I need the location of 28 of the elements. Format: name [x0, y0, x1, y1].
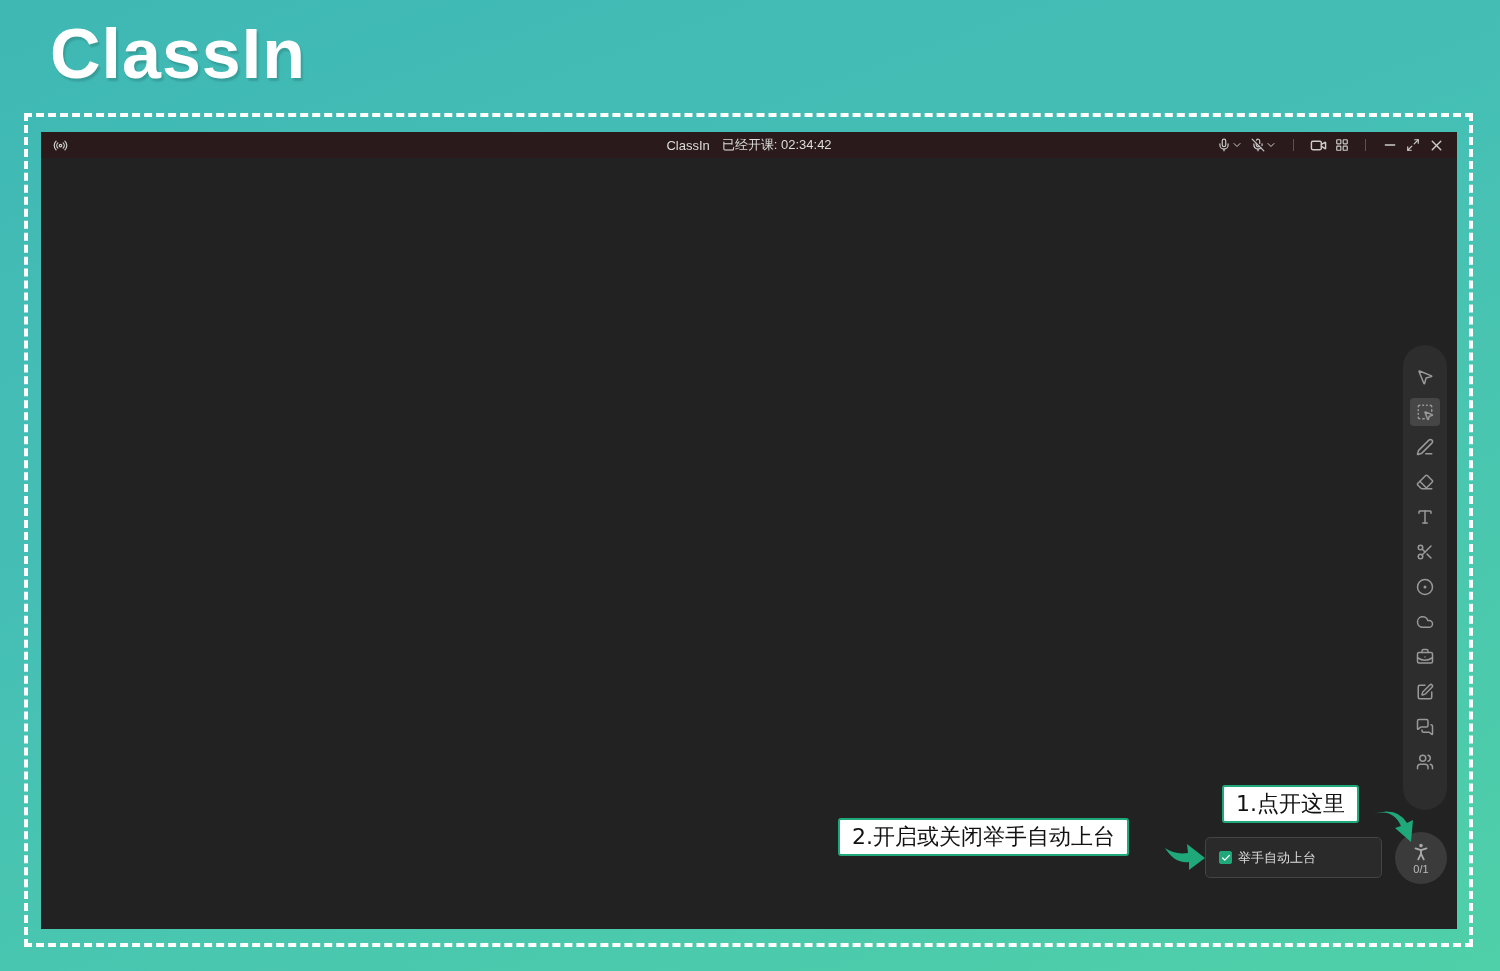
text-icon: [1416, 508, 1434, 526]
briefcase-icon: [1416, 648, 1434, 666]
cloud-icon: [1416, 613, 1434, 631]
chat-icon: [1416, 718, 1434, 736]
edit-icon: [1416, 683, 1434, 701]
microphone-button[interactable]: [1217, 138, 1243, 152]
logo: ClassIn: [50, 14, 306, 94]
users-icon: [1416, 753, 1434, 771]
hand-raise-button[interactable]: 0/1: [1395, 832, 1447, 884]
circle-icon: [1416, 578, 1434, 596]
microphone-icon: [1217, 138, 1231, 152]
elapsed-time: 已经开课: 02:34:42: [721, 136, 832, 154]
selection-icon: [1416, 403, 1434, 421]
eraser-icon: [1416, 473, 1434, 491]
tool-button[interactable]: [1410, 398, 1440, 426]
callout-label: 1.点开这里: [1222, 785, 1359, 823]
callout-label: 2.开启或关闭举手自动上台: [838, 818, 1129, 856]
pointer-icon: [1416, 368, 1434, 386]
auto-stage-label: 举手自动上台: [1238, 848, 1316, 867]
pen-icon: [1416, 438, 1434, 456]
muted-microphone-icon: [1251, 138, 1265, 152]
muted-speaker-button[interactable]: [1251, 138, 1277, 152]
app-name: ClassIn: [666, 137, 710, 153]
checkbox[interactable]: [1219, 851, 1232, 864]
scissors-icon: [1416, 543, 1434, 561]
check-icon: [1220, 852, 1231, 863]
fullscreen-icon[interactable]: [1406, 138, 1420, 152]
layout-icon[interactable]: [1335, 138, 1349, 152]
